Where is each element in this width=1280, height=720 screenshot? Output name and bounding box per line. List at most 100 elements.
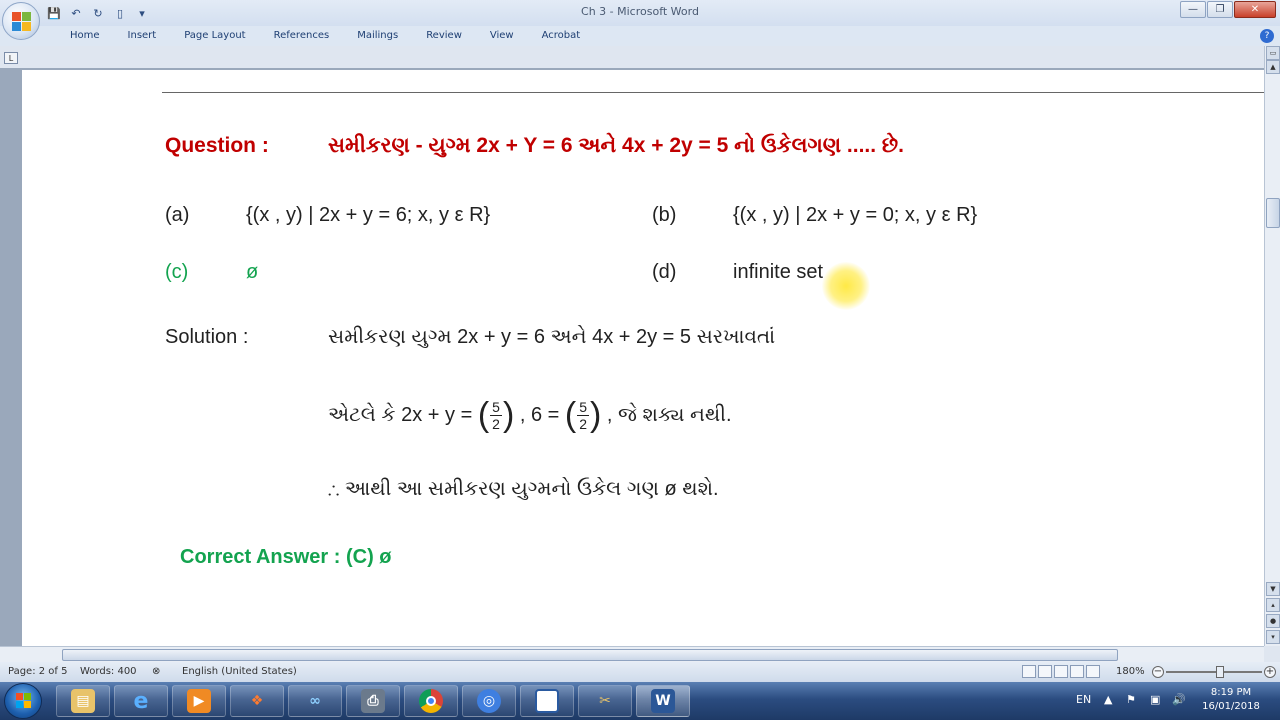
page-count[interactable]: Page: 2 of 5 — [8, 666, 67, 677]
previous-page-icon[interactable]: ▴ — [1266, 598, 1280, 612]
language-bar[interactable]: EN — [1076, 693, 1091, 706]
outline-icon[interactable] — [1070, 665, 1084, 678]
next-page-icon[interactable]: ▾ — [1266, 630, 1280, 644]
full-screen-reading-icon[interactable] — [1038, 665, 1052, 678]
ruler-tab-selector[interactable]: L — [4, 52, 18, 64]
tab-references[interactable]: References — [260, 30, 344, 41]
taskbar-app-6[interactable]: ⎙ — [346, 685, 400, 717]
tab-page-layout[interactable]: Page Layout — [170, 30, 259, 41]
option-b-key: (b) — [652, 204, 677, 226]
media-player-icon: ▶ — [187, 689, 211, 713]
vertical-scroll-thumb[interactable] — [1266, 198, 1280, 228]
action-center-icon[interactable]: ⚑ — [1126, 693, 1136, 706]
ribbon: Home Insert Page Layout References Maili… — [0, 26, 1280, 46]
word-icon: W — [651, 689, 675, 713]
document-page[interactable]: Question : સમીકરણ - યુગ્મ 2x + Y = 6 અને… — [22, 70, 1264, 646]
question-text: સમીકરણ - યુગ્મ 2x + Y = 6 અને 4x + 2y = … — [328, 134, 904, 157]
folder-icon: ▤ — [71, 689, 95, 713]
taskbar-tools[interactable]: ✂ — [578, 685, 632, 717]
butterfly-app-icon: ❖ — [250, 693, 264, 709]
cursor-highlight — [822, 262, 870, 310]
ruler-view-icon[interactable]: ▭ — [1266, 46, 1280, 60]
taskbar-internet-explorer[interactable]: e — [114, 685, 168, 717]
tab-insert[interactable]: Insert — [114, 30, 171, 41]
solution-line-1: સમીકરણ યુગ્મ 2x + y = 6 અને 4x + 2y = 5 … — [328, 326, 776, 348]
taskbar-media-player[interactable]: ▶ — [172, 685, 226, 717]
taskbar-chrome[interactable] — [404, 685, 458, 717]
taskbar-app-5[interactable]: ∞ — [288, 685, 342, 717]
tab-review[interactable]: Review — [412, 30, 476, 41]
status-bar: Page: 2 of 5 Words: 400 ⊗ English (Unite… — [0, 662, 1280, 682]
network-icon[interactable]: ▣ — [1150, 693, 1160, 706]
solution-line-2: એટલે કે 2x + y = (5 2) , 6 = (5 2) , જે શક… — [328, 396, 732, 434]
scroll-down-icon[interactable]: ▼ — [1266, 582, 1280, 596]
internet-explorer-icon: e — [133, 688, 149, 714]
printer-app-icon: ⎙ — [361, 689, 385, 713]
office-logo-icon — [12, 12, 32, 32]
option-d-text: infinite set — [733, 261, 824, 283]
chrome-icon — [419, 689, 443, 713]
solution-line-2-mid: , 6 = — [519, 403, 560, 426]
taskbar: ▤ e ▶ ❖ ∞ ⎙ ◎ ✂ W EN ▲ ⚑ ▣ 🔊 8:19 PM 16/… — [0, 682, 1280, 720]
taskbar-chrome-2[interactable]: ◎ — [462, 685, 516, 717]
tab-home[interactable]: Home — [56, 30, 114, 41]
header-divider — [162, 92, 1264, 93]
tab-acrobat[interactable]: Acrobat — [528, 30, 595, 41]
office-button[interactable] — [2, 2, 40, 40]
taskbar-explorer[interactable]: ▤ — [56, 685, 110, 717]
zoom-out-icon[interactable]: − — [1152, 666, 1164, 678]
chrome-canary-icon: ◎ — [477, 689, 501, 713]
question-label: Question : — [165, 134, 269, 157]
zoom-in-icon[interactable]: + — [1264, 666, 1276, 678]
volume-icon[interactable]: 🔊 — [1172, 693, 1186, 706]
word-count[interactable]: Words: 400 — [80, 666, 137, 677]
tab-view[interactable]: View — [476, 30, 528, 41]
solution-line-2-suffix: , જે શક્ય નથી. — [606, 403, 732, 426]
minimize-button[interactable]: — — [1180, 1, 1206, 18]
option-c-text: ø — [246, 261, 259, 283]
horizontal-scroll-thumb[interactable] — [62, 649, 1118, 661]
help-icon[interactable]: ? — [1260, 29, 1274, 43]
show-hidden-icons-icon[interactable]: ▲ — [1104, 693, 1112, 706]
select-browse-object-icon[interactable]: ● — [1266, 614, 1280, 628]
option-a-key: (a) — [165, 204, 190, 226]
windows-logo-icon — [16, 693, 32, 709]
web-layout-icon[interactable] — [1054, 665, 1068, 678]
title-bar: 💾 ↶ ↻ ▯ ▾ Ch 3 - Microsoft Word — ❐ ✕ — [0, 0, 1280, 26]
document-area: Question : સમીકરણ - યુગ્મ 2x + Y = 6 અને… — [0, 68, 1264, 646]
view-buttons — [1022, 665, 1100, 678]
infinity-app-icon: ∞ — [309, 693, 321, 709]
horizontal-scrollbar[interactable] — [0, 646, 1264, 662]
fraction: 52 — [490, 399, 502, 432]
language-indicator[interactable]: English (United States) — [182, 666, 297, 677]
window-title: Ch 3 - Microsoft Word — [581, 5, 699, 18]
ruler-row: L — [0, 46, 1280, 68]
draft-icon[interactable] — [1086, 665, 1100, 678]
scroll-up-icon[interactable]: ▲ — [1266, 60, 1280, 74]
restore-button[interactable]: ❐ — [1207, 1, 1233, 18]
zoom-level[interactable]: 180% — [1116, 666, 1145, 677]
proofing-icon[interactable]: ⊗ — [152, 666, 160, 677]
vertical-scrollbar[interactable]: ▭ ▲ ▼ ▴ ● ▾ — [1264, 46, 1280, 646]
solution-line-2-prefix: એટલે કે 2x + y = — [328, 403, 473, 426]
option-c-key: (c) — [165, 261, 189, 283]
tools-icon: ✂ — [599, 693, 611, 709]
print-layout-icon[interactable] — [1022, 665, 1036, 678]
option-a-text: {(x , y) | 2x + y = 6; x, y ε R} — [246, 204, 491, 226]
zoom-slider-handle[interactable] — [1216, 666, 1224, 678]
fraction: 52 — [577, 399, 589, 432]
close-button[interactable]: ✕ — [1234, 1, 1276, 18]
correct-answer: Correct Answer : (C) ø — [180, 546, 392, 568]
start-button[interactable] — [4, 683, 42, 719]
taskbar-window[interactable] — [520, 685, 574, 717]
clock[interactable]: 8:19 PM 16/01/2018 — [1196, 686, 1266, 714]
taskbar-app-4[interactable]: ❖ — [230, 685, 284, 717]
window-icon — [535, 689, 559, 713]
tab-mailings[interactable]: Mailings — [343, 30, 412, 41]
window-controls: — ❐ ✕ — [1180, 1, 1276, 18]
clock-date: 16/01/2018 — [1202, 701, 1260, 712]
option-b-text: {(x , y) | 2x + y = 0; x, y ε R} — [733, 204, 978, 226]
option-d-key: (d) — [652, 261, 677, 283]
zoom-slider[interactable] — [1166, 671, 1262, 673]
taskbar-word[interactable]: W — [636, 685, 690, 717]
